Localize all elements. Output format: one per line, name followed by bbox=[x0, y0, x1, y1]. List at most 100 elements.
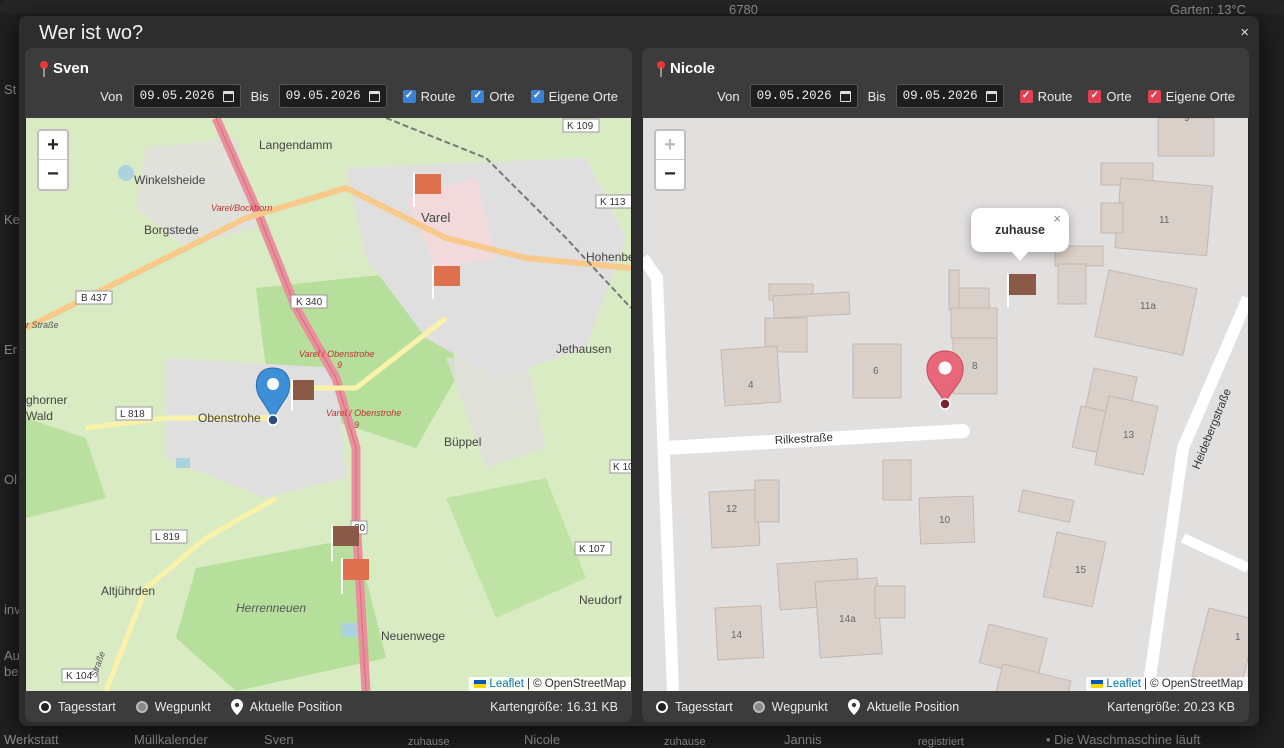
bis-date-value: 09.05.2026 bbox=[285, 89, 361, 103]
check-icon[interactable]: ✓ bbox=[402, 89, 416, 103]
map-road-name: 9 bbox=[337, 360, 342, 370]
map-label: K 10 bbox=[613, 462, 631, 473]
bg-bottom-item: Sven bbox=[264, 732, 294, 747]
map-place-label: Herrenneuen bbox=[236, 601, 306, 615]
bg-garden-temp: Garten: 13°C bbox=[1170, 2, 1247, 17]
person-card-nicole: Nicole Von 09.05.2026 Bis 09.05.2026 ✓ R… bbox=[642, 48, 1249, 722]
map-place-label: Varel bbox=[421, 210, 450, 225]
close-icon[interactable]: × bbox=[1053, 211, 1061, 226]
legend-label: Wegpunkt bbox=[154, 699, 211, 714]
map-place-label: ghorner bbox=[26, 393, 67, 407]
von-label: Von bbox=[717, 88, 740, 104]
zoom-in-button[interactable]: + bbox=[39, 131, 67, 160]
calendar-icon[interactable] bbox=[985, 90, 997, 102]
map-road-name: 9 bbox=[354, 420, 359, 430]
where-is-who-dialog: Wer ist wo? × Sven Von 09.05.2026 Bis 09… bbox=[19, 16, 1259, 726]
zoom-out-button[interactable]: − bbox=[656, 160, 684, 189]
pin-icon bbox=[657, 60, 665, 77]
osm-attribution[interactable]: | © OpenStreetMap bbox=[1144, 678, 1243, 690]
house-number: 8 bbox=[972, 361, 978, 372]
calendar-icon[interactable] bbox=[222, 90, 234, 102]
popup-label: zuhause bbox=[994, 223, 1045, 237]
ukraine-flag-icon bbox=[474, 680, 487, 688]
zoom-in-button[interactable]: + bbox=[656, 131, 684, 160]
map-canvas[interactable]: 9 11 11a 4 6 8 13 12 10 15 14 14a 1 Rilk… bbox=[643, 118, 1248, 691]
map-place-label: Obenstrohe bbox=[198, 411, 261, 425]
orte-checkbox[interactable]: ✓ Orte bbox=[1088, 89, 1132, 104]
eigene-orte-checkbox[interactable]: ✓ Eigene Orte bbox=[530, 89, 618, 104]
house-number: 4 bbox=[748, 380, 754, 391]
house-number: 12 bbox=[726, 504, 738, 515]
legend-label: Wegpunkt bbox=[771, 699, 828, 714]
calendar-icon[interactable] bbox=[368, 90, 380, 102]
calendar-icon[interactable] bbox=[839, 90, 851, 102]
check-icon[interactable]: ✓ bbox=[530, 89, 544, 103]
check-icon[interactable]: ✓ bbox=[1088, 89, 1102, 103]
bg-bottom-item: Nicole bbox=[524, 732, 561, 747]
map-label: K 107 bbox=[579, 544, 606, 555]
person-name-label: Nicole bbox=[670, 60, 716, 77]
map-label: L 819 bbox=[155, 532, 180, 543]
map-place-label: Wald bbox=[26, 409, 53, 423]
bis-date-value: 09.05.2026 bbox=[902, 89, 978, 103]
person-name-label: Sven bbox=[53, 60, 89, 77]
orte-checkbox[interactable]: ✓ Orte bbox=[471, 89, 515, 104]
bis-date-input[interactable]: 09.05.2026 bbox=[278, 84, 387, 108]
leaflet-link[interactable]: Leaflet bbox=[1106, 678, 1141, 690]
house-number: 6 bbox=[873, 366, 879, 377]
bg-side-item: Ke bbox=[4, 212, 20, 227]
eigene-orte-checkbox[interactable]: ✓ Eigene Orte bbox=[1147, 89, 1235, 104]
bg-bottom-item: Jannis bbox=[784, 732, 822, 747]
card-header: Nicole Von 09.05.2026 Bis 09.05.2026 ✓ R… bbox=[642, 48, 1249, 118]
route-checkbox[interactable]: ✓ Route bbox=[1019, 88, 1073, 104]
bg-side-item: Er bbox=[4, 342, 17, 357]
von-date-input[interactable]: 09.05.2026 bbox=[749, 84, 858, 108]
route-checkbox[interactable]: ✓ Route bbox=[402, 89, 455, 104]
check-icon[interactable]: ✓ bbox=[1019, 89, 1033, 103]
bis-label: Bis bbox=[867, 88, 886, 104]
osm-attribution[interactable]: | © OpenStreetMap bbox=[527, 678, 626, 690]
map-nicole[interactable]: 9 11 11a 4 6 8 13 12 10 15 14 14a 1 Rilk… bbox=[643, 118, 1248, 691]
bg-bottom-item: • Die Waschmaschine läuft bbox=[1046, 732, 1201, 747]
filter-controls: Von 09.05.2026 Bis 09.05.2026 ✓ Route ✓ … bbox=[717, 84, 1235, 108]
route-label: Route bbox=[1037, 88, 1073, 104]
legend-label: Aktuelle Position bbox=[249, 699, 343, 714]
bg-bottom-item: Müllkalender bbox=[134, 732, 208, 747]
map-place-label: Altjührden bbox=[101, 584, 155, 598]
map-label: K 109 bbox=[567, 121, 594, 132]
legend-waypoint: Wegpunkt bbox=[135, 699, 211, 714]
check-icon[interactable]: ✓ bbox=[471, 89, 485, 103]
legend-current-position: Aktuelle Position bbox=[847, 698, 959, 715]
von-date-input[interactable]: 09.05.2026 bbox=[132, 84, 241, 108]
map-place-label: Jethausen bbox=[556, 342, 611, 356]
bg-bottom-item: zuhause bbox=[408, 736, 450, 748]
house-number: 14 bbox=[731, 630, 743, 641]
bis-date-input[interactable]: 09.05.2026 bbox=[895, 84, 1004, 108]
house-number: 10 bbox=[939, 515, 951, 526]
map-sven[interactable]: K 109 K 113 B 437 K 340 L 818 K 10 L 819… bbox=[26, 118, 631, 691]
close-icon[interactable]: × bbox=[1240, 24, 1249, 41]
zoom-out-button[interactable]: − bbox=[39, 160, 67, 189]
bg-value: 6780 bbox=[729, 2, 758, 17]
bg-bottom-item: Werkstatt bbox=[4, 732, 59, 747]
pin-icon bbox=[40, 60, 48, 77]
house-number: 13 bbox=[1123, 430, 1135, 441]
house-number: 11 bbox=[1159, 215, 1170, 226]
ukraine-flag-icon bbox=[1091, 680, 1104, 688]
map-road-name: r Straße bbox=[26, 320, 59, 330]
legend-label: Tagesstart bbox=[58, 699, 116, 714]
leaflet-link[interactable]: Leaflet bbox=[489, 678, 524, 690]
legend-label: Tagesstart bbox=[675, 699, 733, 714]
person-name: Sven bbox=[39, 60, 89, 77]
map-road-name: Varel / Obenstrohe bbox=[299, 349, 374, 359]
bg-bottom-item: registriert bbox=[918, 736, 964, 748]
map-label: K 340 bbox=[296, 297, 323, 308]
von-date-value: 09.05.2026 bbox=[756, 89, 832, 103]
map-place-label: Büppel bbox=[444, 435, 481, 449]
map-place-label: Hohenbe bbox=[586, 250, 631, 264]
location-pin-icon bbox=[230, 698, 243, 715]
map-canvas[interactable]: K 109 K 113 B 437 K 340 L 818 K 10 L 819… bbox=[26, 118, 631, 691]
map-attribution: Leaflet | © OpenStreetMap bbox=[1086, 677, 1248, 691]
location-pin-icon bbox=[847, 698, 860, 715]
check-icon[interactable]: ✓ bbox=[1147, 89, 1161, 103]
